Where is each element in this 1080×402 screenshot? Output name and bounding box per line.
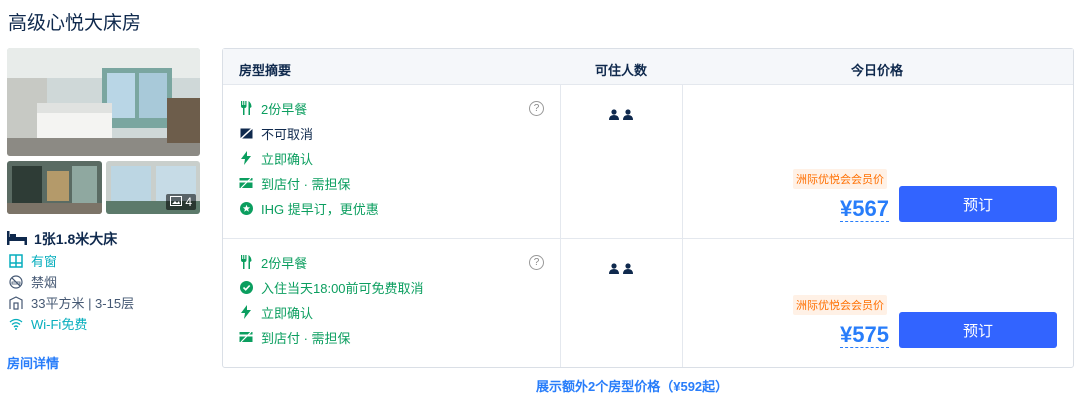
perk-item: 到店付 · 需担保	[239, 173, 351, 193]
room-thumbnail[interactable]	[7, 161, 102, 214]
image-icon	[170, 195, 183, 209]
lightning-icon	[239, 151, 253, 165]
perk-item: 立即确认	[239, 148, 313, 168]
rate-row: 2份早餐 不可取消 立即确认 到店付 · 需担保 IHG 提早订，更优惠 ? 洲…	[223, 85, 1073, 239]
fact-window: 有窗	[7, 250, 207, 271]
perk-item: IHG 提早订，更优惠	[239, 198, 379, 218]
breakfast-icon	[239, 101, 253, 115]
perk-item: 2份早餐	[239, 98, 307, 118]
no-cancel-icon	[239, 126, 253, 140]
rate-row: 2份早餐 入住当天18:00前可免费取消 立即确认 到店付 · 需担保 ? 洲际…	[223, 239, 1073, 367]
member-price-badge: 洲际优悦会会员价	[793, 169, 887, 189]
photo-count: 4	[185, 195, 192, 209]
rate-table: 房型摘要 可住人数 今日价格 2份早餐 不可取消 立即确认 到店付 · 需担保 …	[222, 48, 1074, 368]
bed-icon	[7, 230, 27, 248]
help-icon[interactable]: ?	[529, 255, 544, 270]
fact-text: 有窗	[31, 254, 58, 269]
fact-area: 33平方米 | 3-15层	[7, 292, 207, 313]
fact-wifi: Wi-Fi免费	[7, 313, 207, 334]
book-button[interactable]: 预订	[899, 186, 1057, 222]
price[interactable]: ¥567	[840, 197, 889, 222]
person-icon	[623, 261, 633, 279]
bed-info: 1张1.8米大床	[7, 228, 207, 250]
header-price: 今日价格	[851, 63, 904, 78]
pay-at-hotel-icon	[239, 330, 253, 344]
person-icon	[623, 107, 633, 125]
book-button[interactable]: 预订	[899, 312, 1057, 348]
photo-count-badge: 4	[166, 194, 196, 210]
fact-text: 33平方米 | 3-15层	[31, 296, 135, 311]
room-detail-link[interactable]: 房间详情	[7, 353, 59, 372]
header-guests: 可住人数	[595, 63, 648, 78]
no-smoking-icon	[7, 274, 25, 289]
breakfast-icon	[239, 255, 253, 269]
photo-gallery: 4	[7, 48, 200, 214]
guest-capacity	[609, 261, 633, 279]
help-icon[interactable]: ?	[529, 101, 544, 116]
main-room-photo[interactable]	[7, 48, 200, 156]
room-title: 高级心悦大床房	[8, 13, 142, 34]
perk-item: 不可取消	[239, 123, 313, 143]
perk-item: 2份早餐	[239, 252, 307, 272]
fact-text: 禁烟	[31, 275, 58, 290]
price[interactable]: ¥575	[840, 323, 889, 348]
room-facts: 1张1.8米大床 有窗 禁烟 33平方米 | 3-15层 Wi-Fi免费	[7, 228, 207, 334]
member-price-badge: 洲际优悦会会员价	[793, 295, 887, 315]
wifi-icon	[7, 318, 25, 330]
room-thumbnail[interactable]: 4	[105, 161, 200, 214]
perk-item: 入住当天18:00前可免费取消	[239, 277, 424, 297]
perk-item: 立即确认	[239, 302, 313, 322]
area-icon	[7, 295, 25, 310]
fact-text: Wi-Fi免费	[31, 317, 88, 332]
window-icon	[7, 253, 25, 268]
perk-item: 到店付 · 需担保	[239, 327, 351, 347]
show-more-rates-link[interactable]: 展示额外2个房型价格（¥592起）	[536, 376, 728, 395]
check-circle-icon	[239, 280, 253, 294]
person-icon	[609, 261, 619, 279]
person-icon	[609, 107, 619, 125]
fact-smoking: 禁烟	[7, 271, 207, 292]
guest-capacity	[609, 107, 633, 125]
pay-at-hotel-icon	[239, 176, 253, 190]
bed-text: 1张1.8米大床	[34, 231, 118, 247]
star-badge-icon	[239, 201, 253, 215]
table-header: 房型摘要 可住人数 今日价格	[223, 49, 1073, 85]
lightning-icon	[239, 305, 253, 319]
header-summary: 房型摘要	[239, 63, 292, 78]
